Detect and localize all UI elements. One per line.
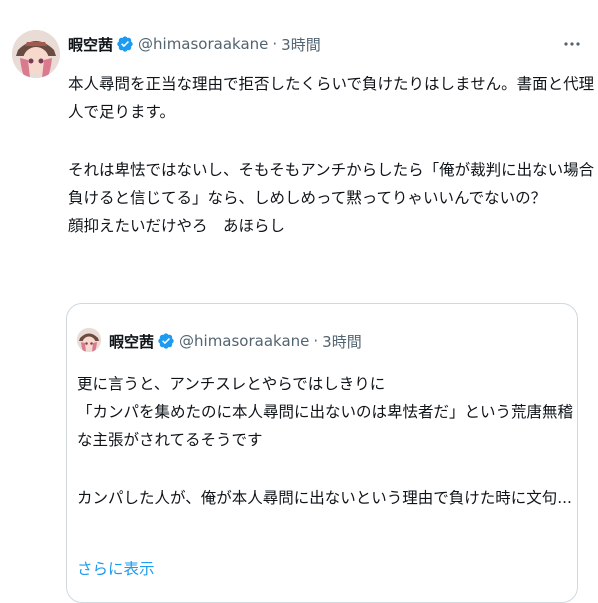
quoted-display-name[interactable]: 暇空茜 <box>109 331 154 352</box>
user-handle[interactable]: @himasoraakane <box>138 35 268 53</box>
tweet-text: 本人尋問を正当な理由で拒否したくらいで負けたりはしません。書面と代理 人で足りま… <box>68 70 595 240</box>
avatar-illustration-icon <box>12 30 60 78</box>
show-more-link[interactable]: さらに表示 <box>77 557 155 579</box>
quoted-text-line: な主張がされてるそうです <box>77 431 263 449</box>
quoted-text-line: 「カンパを集めたのに本人尋問に出ないのは卑怯者だ」という荒唐無稽 <box>77 403 574 421</box>
more-options-icon[interactable] <box>562 36 582 52</box>
separator-dot: · <box>313 332 319 350</box>
tweet-header: 暇空茜 @himasoraakane · 3時間 <box>68 32 578 56</box>
quoted-text-line: カンパした人が、俺が本人尋問に出ないという理由で負けた時に文句... <box>77 489 572 507</box>
tweet-text-line: 顔抑えたいだけやろ あほらし <box>68 217 286 235</box>
tweet-text-line: それは卑怯ではないし、そもそもアンチからしたら「俺が裁判に出ない場合 <box>68 161 595 179</box>
quoted-tweet-text: 更に言うと、アンチスレとやらではしきりに 「カンパを集めたのに本人尋問に出ないの… <box>77 370 574 512</box>
verified-badge-icon <box>158 333 174 349</box>
quoted-tweet-header: 暇空茜 @himasoraakane · 3時間 <box>109 330 362 352</box>
tweet-text-line: 本人尋問を正当な理由で拒否したくらいで負けたりはしません。書面と代理 <box>68 75 595 93</box>
quoted-timestamp: 3時間 <box>322 332 362 351</box>
avatar-illustration-icon <box>77 328 101 352</box>
timestamp[interactable]: 3時間 <box>281 34 321 55</box>
tweet-text-line: 人で足ります。 <box>68 103 175 121</box>
quoted-text-line: 更に言うと、アンチスレとやらではしきりに <box>77 375 386 393</box>
user-avatar-image[interactable] <box>12 30 60 78</box>
display-name[interactable]: 暇空茜 <box>68 34 113 55</box>
tweet-text-line: 負けると信じてる」なら、しめしめって黙ってりゃいいんでないの？ <box>68 189 547 207</box>
tweet: 暇空茜 @himasoraakane · 3時間 本人尋問を正当な理由で拒否した… <box>0 0 598 603</box>
quoted-tweet-card[interactable]: 暇空茜 @himasoraakane · 3時間 更に言うと、アンチスレとやらで… <box>66 303 578 603</box>
verified-badge-icon <box>117 36 133 52</box>
quoted-user-avatar-image[interactable] <box>77 328 101 352</box>
quoted-user-handle: @himasoraakane <box>179 332 310 350</box>
separator-dot: · <box>272 35 278 53</box>
